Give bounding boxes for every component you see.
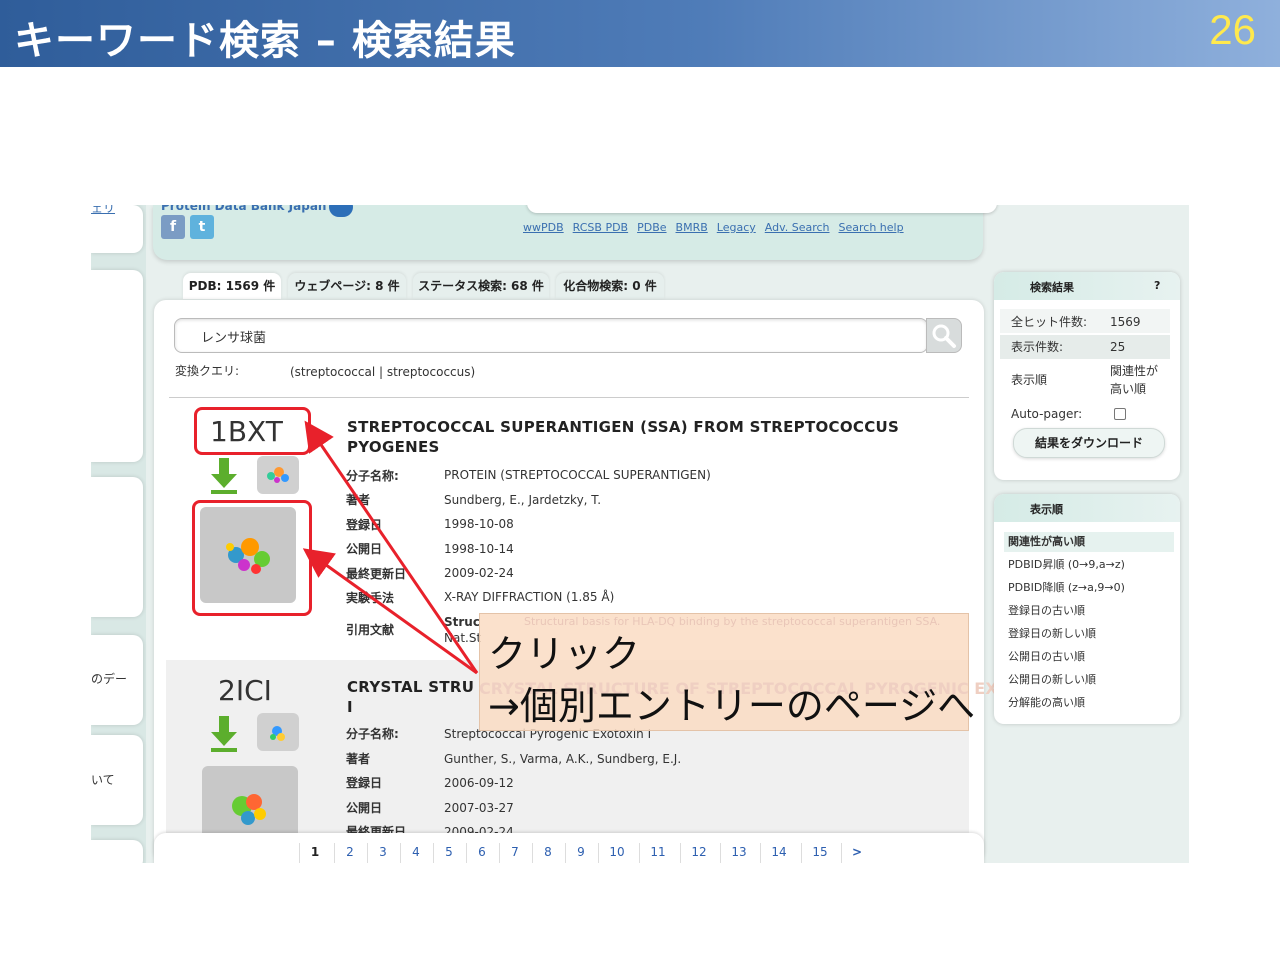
page-12[interactable]: 12 (680, 843, 717, 863)
page-9[interactable]: 9 (565, 843, 596, 863)
sort-pdbid-asc[interactable]: PDBID昇順 (0→9,a→z) (1008, 556, 1125, 572)
total-hits-value: 1569 (1110, 315, 1141, 329)
panel-title: 検索結果 (1030, 281, 1074, 294)
sort-release-new[interactable]: 公開日の新しい順 (1008, 671, 1096, 687)
order-label: 表示順 (1011, 373, 1048, 387)
sort-deposit-new[interactable]: 登録日の新しい順 (1008, 625, 1096, 641)
page-1[interactable]: 1 (299, 843, 330, 863)
total-hits-label: 全ヒット件数: (1011, 315, 1088, 329)
sort-pdbid-desc[interactable]: PDBID降順 (z→a,9→0) (1008, 579, 1125, 595)
page-next[interactable]: > (841, 843, 872, 863)
shown-count-value: 25 (1110, 340, 1126, 354)
order-value: 関連性が (1110, 364, 1159, 378)
page-4[interactable]: 4 (400, 843, 431, 863)
shown-count-label: 表示件数: (1011, 340, 1064, 354)
panel-header[interactable] (994, 494, 1180, 522)
page-8[interactable]: 8 (532, 843, 563, 863)
page-7[interactable]: 7 (499, 843, 530, 863)
sort-resolution[interactable]: 分解能の高い順 (1008, 694, 1085, 710)
help-icon[interactable]: ? (1154, 279, 1160, 292)
page-13[interactable]: 13 (720, 843, 757, 863)
order-value: 高い順 (1110, 382, 1147, 396)
page-6[interactable]: 6 (466, 843, 497, 863)
page-14[interactable]: 14 (760, 843, 797, 863)
slide-title: キーワード検索 – 検索結果 (14, 18, 516, 64)
panel-header[interactable] (994, 272, 1180, 300)
screenshot: ェリ のデー いて Protein Data Bank Japan f t ww… (91, 205, 1189, 863)
page-15[interactable]: 15 (801, 843, 838, 863)
download-results-button[interactable]: 結果をダウンロード (1013, 428, 1165, 458)
slide-header: キーワード検索 – 検索結果 26 (0, 0, 1280, 67)
sort-relevance[interactable]: 関連性が高い順 (1008, 533, 1085, 549)
page-3[interactable]: 3 (367, 843, 398, 863)
sort-deposit-old[interactable]: 登録日の古い順 (1008, 602, 1085, 618)
page-5[interactable]: 5 (433, 843, 464, 863)
slide-number: 26 (1209, 6, 1256, 53)
sort-release-old[interactable]: 公開日の古い順 (1008, 648, 1085, 664)
autopager-label: Auto-pager: (1011, 407, 1083, 421)
page-2[interactable]: 2 (334, 843, 365, 863)
autopager-checkbox[interactable] (1114, 408, 1126, 420)
page-10[interactable]: 10 (598, 843, 635, 863)
page-11[interactable]: 11 (639, 843, 676, 863)
panel-title: 表示順 (1030, 503, 1063, 516)
